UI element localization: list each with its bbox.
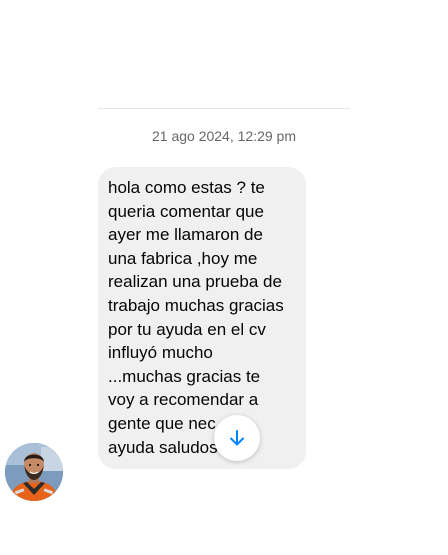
chat-thread: 21 ago 2024, 12:29 pm hola como estas ? … xyxy=(0,0,448,555)
message-line: ayuda saludos xyxy=(108,437,218,457)
avatar[interactable] xyxy=(5,443,63,501)
message-line: por tu ayuda en el cv xyxy=(108,319,266,339)
arrow-down-icon xyxy=(230,430,244,446)
message-timestamp: 21 ago 2024, 12:29 pm xyxy=(151,128,296,144)
message-line: voy a recomendar a xyxy=(108,390,259,410)
message-line: queria comentar que xyxy=(108,201,264,221)
divider xyxy=(98,108,350,109)
message-line: trabajo muchas gracias xyxy=(108,295,284,315)
message-line: ayer me llamaron de xyxy=(108,225,263,245)
message-line: gente que nec xyxy=(108,413,216,433)
scroll-to-bottom-button[interactable] xyxy=(214,415,260,461)
message-bubble[interactable]: hola como estas ? te queria comentar que… xyxy=(98,167,306,469)
message-line: realizan una prueba de xyxy=(108,272,282,292)
profile-photo xyxy=(5,443,63,501)
message-line: una fabrica ,hoy me xyxy=(108,248,258,268)
message-line: influyó mucho xyxy=(108,343,213,363)
message-line: hola como estas ? te xyxy=(108,178,265,197)
message-line: ...muchas gracias te xyxy=(108,366,261,386)
